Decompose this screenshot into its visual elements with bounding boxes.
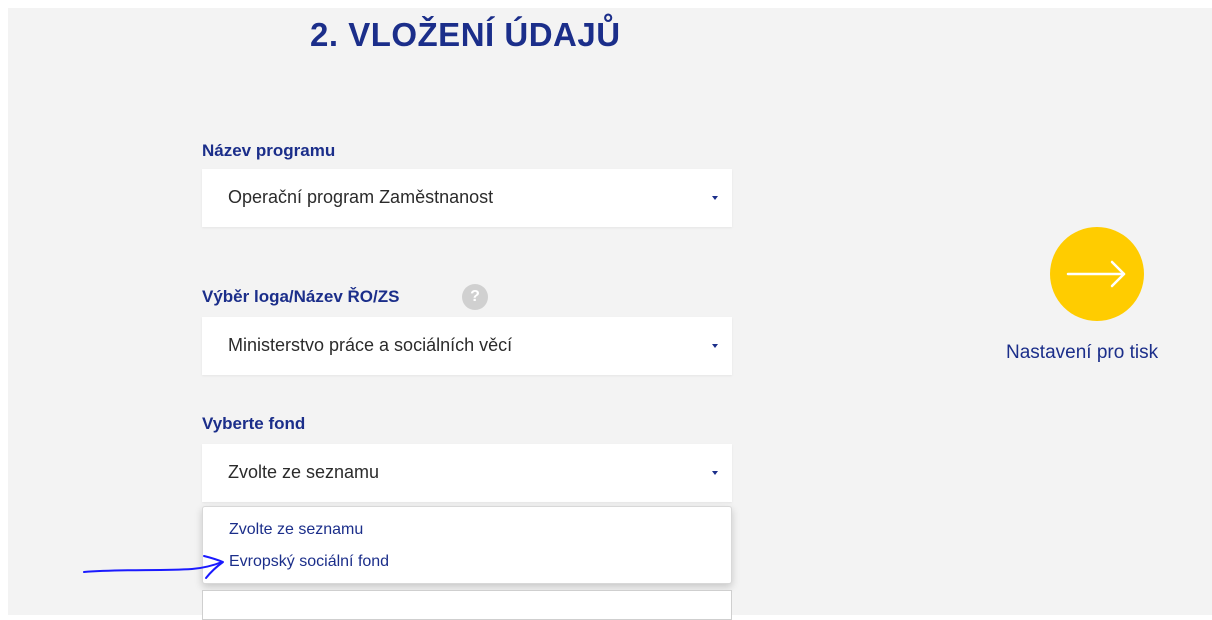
fund-dropdown-menu: Zvolte ze seznamu Evropský sociální fond	[202, 506, 732, 584]
next-field[interactable]	[202, 590, 732, 620]
next-step-label[interactable]: Nastavení pro tisk	[1006, 342, 1158, 364]
chevron-down-icon	[712, 196, 718, 200]
annotation-arrow-icon	[83, 555, 224, 579]
fund-label: Vyberte fond	[202, 414, 306, 433]
help-icon[interactable]: ?	[462, 284, 488, 310]
step-title: 2. VLOŽENÍ ÚDAJŮ	[310, 16, 621, 53]
next-step-button[interactable]	[1050, 227, 1144, 321]
program-select-value: Operační program Zaměstnanost	[228, 187, 494, 207]
chevron-down-icon	[712, 344, 718, 348]
program-select[interactable]: Operační program Zaměstnanost	[202, 169, 732, 227]
arrow-right-icon	[1066, 260, 1126, 288]
fund-select[interactable]: Zvolte ze seznamu	[202, 444, 732, 502]
chevron-down-icon	[712, 471, 718, 475]
logo-select[interactable]: Ministerstvo práce a sociálních věcí	[202, 317, 732, 375]
program-label: Název programu	[202, 141, 336, 160]
logo-label: Výběr loga/Název ŘO/ZS	[202, 287, 400, 306]
fund-option[interactable]: Zvolte ze seznamu	[229, 521, 363, 539]
fund-select-value: Zvolte ze seznamu	[228, 462, 380, 482]
fund-option[interactable]: Evropský sociální fond	[229, 553, 389, 571]
logo-select-value: Ministerstvo práce a sociálních věcí	[228, 335, 513, 355]
